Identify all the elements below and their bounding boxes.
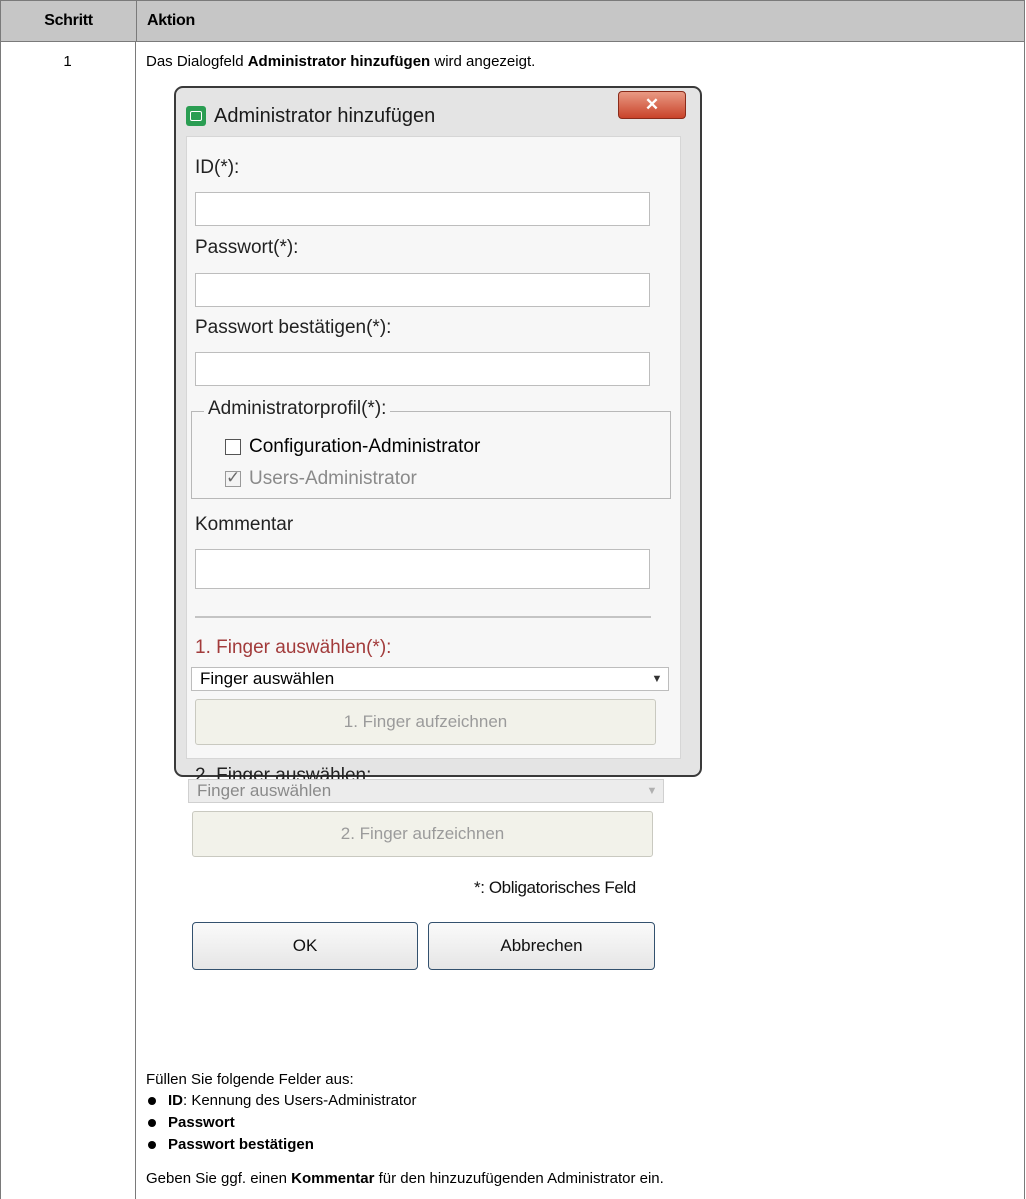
finger1-select-value: Finger auswählen xyxy=(200,669,335,688)
profile-legend: Administratorprofil(*): xyxy=(204,398,391,420)
list-item: ID: Kennung des Users-Administrator xyxy=(146,1092,416,1109)
dialog-body: ID(*): Passwort(*): Passwort bestätigen(… xyxy=(186,136,681,786)
finger2-select-value: Finger auswählen xyxy=(197,781,332,800)
record-finger1-button[interactable]: 1. Finger aufzeichnen xyxy=(195,699,656,745)
dialog-titlebar: Administrator hinzufügen xyxy=(186,96,435,136)
dropdown-arrow-icon[interactable]: ▼ xyxy=(641,780,663,802)
checkbox-label: Users-Administrator xyxy=(249,468,417,489)
procedure-table: Schritt Aktion 1 Das Dialogfeld Administ… xyxy=(0,0,1025,1199)
comment-label: Kommentar xyxy=(195,514,294,535)
bullet-icon xyxy=(148,1118,156,1127)
dialog-title: Administrator hinzufügen xyxy=(214,104,436,127)
finger2-select[interactable]: Finger auswählen ▼ xyxy=(188,779,664,803)
app-icon xyxy=(186,106,206,126)
comment-instruction: Geben Sie ggf. einen Kommentar für den h… xyxy=(146,1170,664,1187)
table-header: Schritt Aktion xyxy=(0,0,1025,42)
fill-fields-text: Füllen Sie folgende Felder aus: xyxy=(146,1071,354,1088)
finger1-select[interactable]: Finger auswählen ▼ xyxy=(191,667,669,691)
add-administrator-dialog: Administrator hinzufügen ✕ ID(*): Passwo… xyxy=(174,86,702,786)
cancel-button[interactable]: Abbrechen xyxy=(428,922,655,970)
list-item: Passwort xyxy=(146,1114,235,1131)
checkbox-unchecked-icon[interactable] xyxy=(225,439,241,455)
step-number: 1 xyxy=(63,53,72,70)
list-item: Passwort bestätigen xyxy=(146,1136,314,1153)
bullet-term: Passwort bestätigen xyxy=(168,1136,314,1153)
bullet-term: ID xyxy=(168,1092,183,1109)
confirm-password-field[interactable] xyxy=(195,352,650,386)
comment-field[interactable] xyxy=(195,549,650,589)
divider xyxy=(195,616,651,618)
mandatory-note: *: Obligatorisches Feld xyxy=(474,878,636,897)
ok-button[interactable]: OK xyxy=(192,922,418,970)
column-divider xyxy=(135,41,136,1199)
close-button[interactable]: ✕ xyxy=(618,91,686,119)
confirm-password-label: Passwort bestätigen(*): xyxy=(195,317,392,338)
dialog-name: Administrator hinzufügen xyxy=(247,53,431,70)
header-step: Schritt xyxy=(1,1,137,41)
intro-text: Das Dialogfeld Administrator hinzufügen … xyxy=(146,53,536,70)
header-action: Aktion xyxy=(147,12,195,29)
password-field[interactable] xyxy=(195,273,650,307)
id-label: ID(*): xyxy=(195,157,240,178)
users-administrator-option: Users-Administrator xyxy=(225,468,417,490)
record-finger2-button[interactable]: 2. Finger aufzeichnen xyxy=(192,811,653,857)
finger1-label: 1. Finger auswählen(*): xyxy=(195,637,392,658)
checkbox-checked-icon xyxy=(225,468,241,488)
bullet-icon xyxy=(148,1140,156,1149)
administrator-profile-group: Administratorprofil(*): Configuration-Ad… xyxy=(191,398,671,499)
bullet-term: Passwort xyxy=(168,1114,235,1131)
bullet-icon xyxy=(148,1096,156,1105)
configuration-administrator-option[interactable]: Configuration-Administrator xyxy=(225,436,480,458)
dropdown-arrow-icon[interactable]: ▼ xyxy=(646,668,668,690)
checkbox-label: Configuration-Administrator xyxy=(249,436,481,457)
password-label: Passwort(*): xyxy=(195,237,299,258)
id-field[interactable] xyxy=(195,192,650,226)
